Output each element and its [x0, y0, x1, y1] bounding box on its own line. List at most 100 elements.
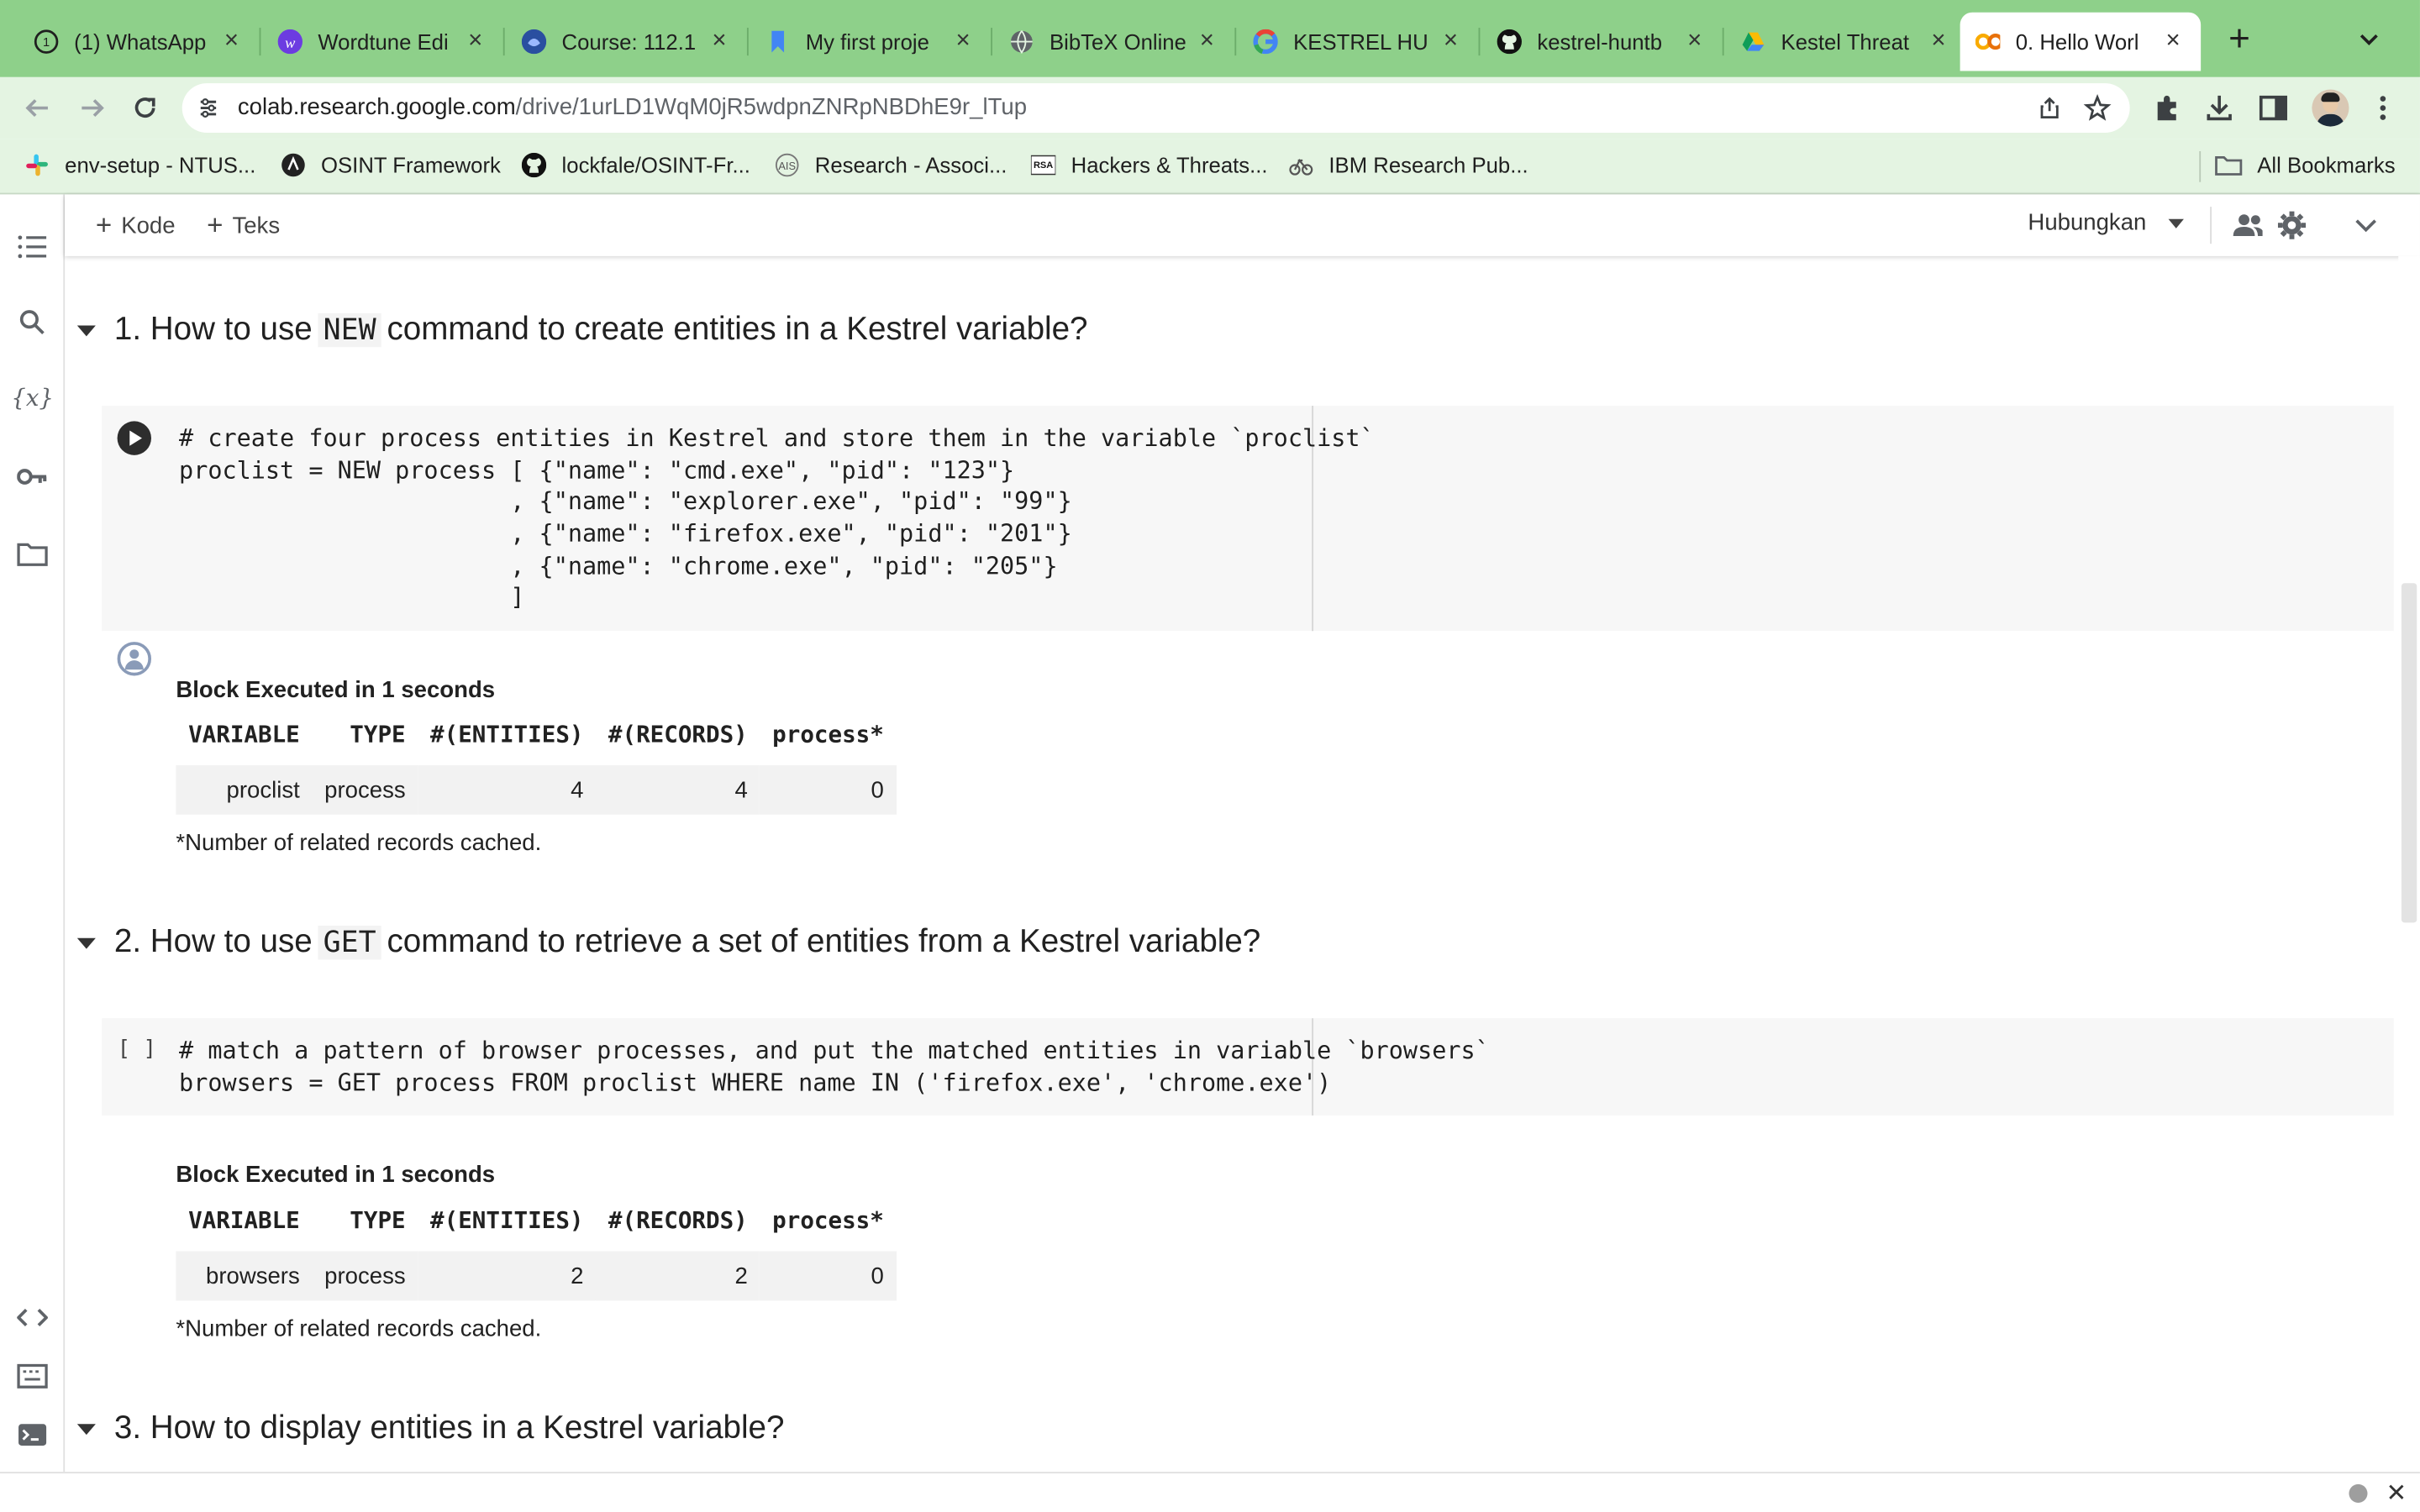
caret-down-icon — [2168, 218, 2184, 228]
section-heading-2[interactable]: 2. How to use GET command to retrieve a … — [76, 924, 1260, 961]
bookmark-osint-framework[interactable]: OSINT Framework — [281, 153, 501, 177]
connect-label: Hubungkan — [2028, 209, 2147, 237]
tab-my-first-project[interactable]: My first proje × — [750, 13, 992, 71]
close-icon[interactable]: × — [2160, 28, 2185, 54]
profile-avatar[interactable] — [2312, 89, 2349, 127]
close-icon[interactable]: × — [1439, 28, 1463, 54]
settings-gear-icon[interactable] — [2276, 210, 2307, 241]
collapse-triangle-icon[interactable] — [76, 325, 96, 337]
tab-title: Wordtune Edi — [318, 29, 449, 55]
address-bar[interactable]: colab.research.google.com/drive/1urLD1Wq… — [182, 83, 2130, 133]
all-bookmarks-button[interactable]: All Bookmarks — [2214, 153, 2396, 177]
forward-button[interactable] — [74, 90, 111, 127]
close-icon[interactable]: × — [463, 28, 487, 54]
tab-whatsapp[interactable]: 1 (1) WhatsApp × — [18, 13, 260, 71]
bookmark-star-icon[interactable] — [2083, 94, 2112, 122]
back-button[interactable] — [18, 90, 55, 127]
close-icon[interactable]: × — [219, 28, 244, 54]
whatsapp-icon: 1 — [34, 29, 59, 54]
search-icon[interactable] — [17, 307, 48, 339]
code-line: browsers = GET process FROM proclist WHE… — [179, 1068, 1332, 1097]
connect-button[interactable]: Hubungkan — [2028, 209, 2184, 237]
table-footnote: *Number of related records cached. — [176, 830, 542, 857]
cell-run-indicator[interactable]: [ ] — [118, 1037, 156, 1061]
close-icon[interactable]: × — [1926, 28, 1950, 54]
close-icon[interactable]: × — [707, 28, 731, 54]
run-cell-button[interactable] — [117, 421, 151, 455]
heading-text: 1. How to use — [113, 312, 313, 348]
status-bar: ✕ — [0, 1472, 2420, 1512]
scrollbar-thumb[interactable] — [2401, 583, 2417, 923]
drive-icon — [1741, 29, 1765, 54]
bookmark-research[interactable]: AIS Research - Associ... — [775, 153, 1007, 177]
bookmark-env-setup[interactable]: env-setup - NTUS... — [24, 153, 255, 177]
tab-bibtex[interactable]: BibTeX Online × — [994, 13, 1235, 71]
download-icon[interactable] — [2204, 92, 2235, 123]
key-icon[interactable] — [17, 461, 48, 492]
table-cell: process — [312, 765, 418, 815]
collapse-chevron-icon[interactable] — [2350, 210, 2381, 241]
google-icon — [1253, 29, 1278, 55]
table-cell: 2 — [418, 1251, 597, 1301]
extensions-icon[interactable] — [2151, 92, 2182, 123]
add-code-button[interactable]: + Kode — [96, 210, 176, 243]
close-icon[interactable]: ✕ — [2386, 1478, 2407, 1509]
table-cell: 0 — [760, 1251, 897, 1301]
table-row: proclist process 4 4 0 — [176, 765, 897, 815]
close-icon[interactable]: × — [1682, 28, 1707, 54]
add-text-button[interactable]: + Teks — [207, 210, 280, 243]
site-info-icon[interactable] — [197, 97, 219, 119]
variables-icon[interactable]: {x} — [11, 383, 54, 414]
share-icon[interactable] — [2037, 96, 2061, 120]
tab-hello-world-active[interactable]: 0. Hello Worl × — [1960, 12, 2202, 71]
close-icon[interactable]: × — [950, 28, 975, 54]
execution-status: Block Executed in 1 seconds — [176, 1162, 496, 1189]
url-text: colab.research.google.com/drive/1urLD1Wq… — [237, 94, 1028, 121]
svg-text:RSA: RSA — [1034, 160, 1053, 171]
code-line: # create four process entities in Kestre… — [179, 424, 1375, 453]
code-cell-1[interactable]: # create four process entities in Kestre… — [102, 406, 2394, 632]
vertical-scrollbar[interactable] — [2398, 255, 2420, 1473]
tab-kestrel-hunt[interactable]: KESTREL HU × — [1238, 13, 1479, 71]
terminal-icon[interactable] — [17, 1420, 48, 1451]
section-heading-1[interactable]: 1. How to use NEW command to create enti… — [76, 312, 1088, 349]
share-people-icon[interactable] — [2232, 210, 2263, 241]
tab-title: BibTeX Online — [1049, 29, 1186, 55]
code-line: proclist = NEW process [ {"name": "cmd.e… — [179, 456, 1015, 485]
command-palette-icon[interactable] — [17, 1361, 48, 1392]
code-cell-2[interactable]: [ ] # match a pattern of browser process… — [102, 1018, 2394, 1116]
table-row: browsers process 2 2 0 — [176, 1251, 897, 1301]
heading-code: GET — [318, 926, 381, 960]
table-of-contents-icon[interactable] — [17, 232, 48, 263]
variable-table: VARIABLE TYPE #(ENTITIES) #(RECORDS) pro… — [176, 711, 897, 815]
globe-icon — [1009, 29, 1034, 55]
bookmark-ibm-research[interactable]: IBM Research Pub... — [1289, 153, 1528, 177]
tab-course[interactable]: Course: 112.1 × — [506, 13, 747, 71]
bookmark-hackers-threats[interactable]: RSA Hackers & Threats... — [1030, 153, 1268, 177]
tab-kestel-threat[interactable]: Kestel Threat × — [1725, 13, 1966, 71]
column-header: VARIABLE — [188, 720, 300, 748]
collapse-triangle-icon[interactable] — [76, 937, 96, 949]
code-line: , {"name": "explorer.exe", "pid": "99"} — [179, 487, 1072, 516]
tab-wordtune[interactable]: w Wordtune Edi × — [262, 13, 503, 71]
column-header: VARIABLE — [188, 1206, 300, 1235]
plus-icon: + — [207, 209, 224, 241]
output-avatar-icon[interactable] — [117, 642, 151, 676]
tab-kestrel-huntbook[interactable]: kestrel-huntb × — [1481, 13, 1723, 71]
new-tab-button[interactable]: + — [2223, 21, 2256, 59]
research-icon: AIS — [775, 153, 799, 177]
bookmark-label: Research - Associ... — [814, 152, 1007, 178]
bookmark-lockfale[interactable]: lockfale/OSINT-Fr... — [521, 152, 750, 178]
close-icon[interactable]: × — [1195, 28, 1219, 54]
svg-text:w: w — [285, 34, 296, 51]
side-panel-icon[interactable] — [2258, 92, 2289, 123]
folder-icon[interactable] — [17, 538, 48, 570]
section-heading-3[interactable]: 3. How to display entities in a Kestrel … — [76, 1410, 784, 1447]
collapse-triangle-icon[interactable] — [76, 1424, 96, 1436]
heading-code: NEW — [318, 312, 381, 348]
reload-button[interactable] — [127, 90, 164, 127]
slack-icon — [24, 153, 49, 177]
chevron-down-icon[interactable] — [2355, 24, 2383, 52]
code-snippets-icon[interactable] — [17, 1302, 48, 1333]
more-vert-icon[interactable] — [2367, 92, 2398, 123]
